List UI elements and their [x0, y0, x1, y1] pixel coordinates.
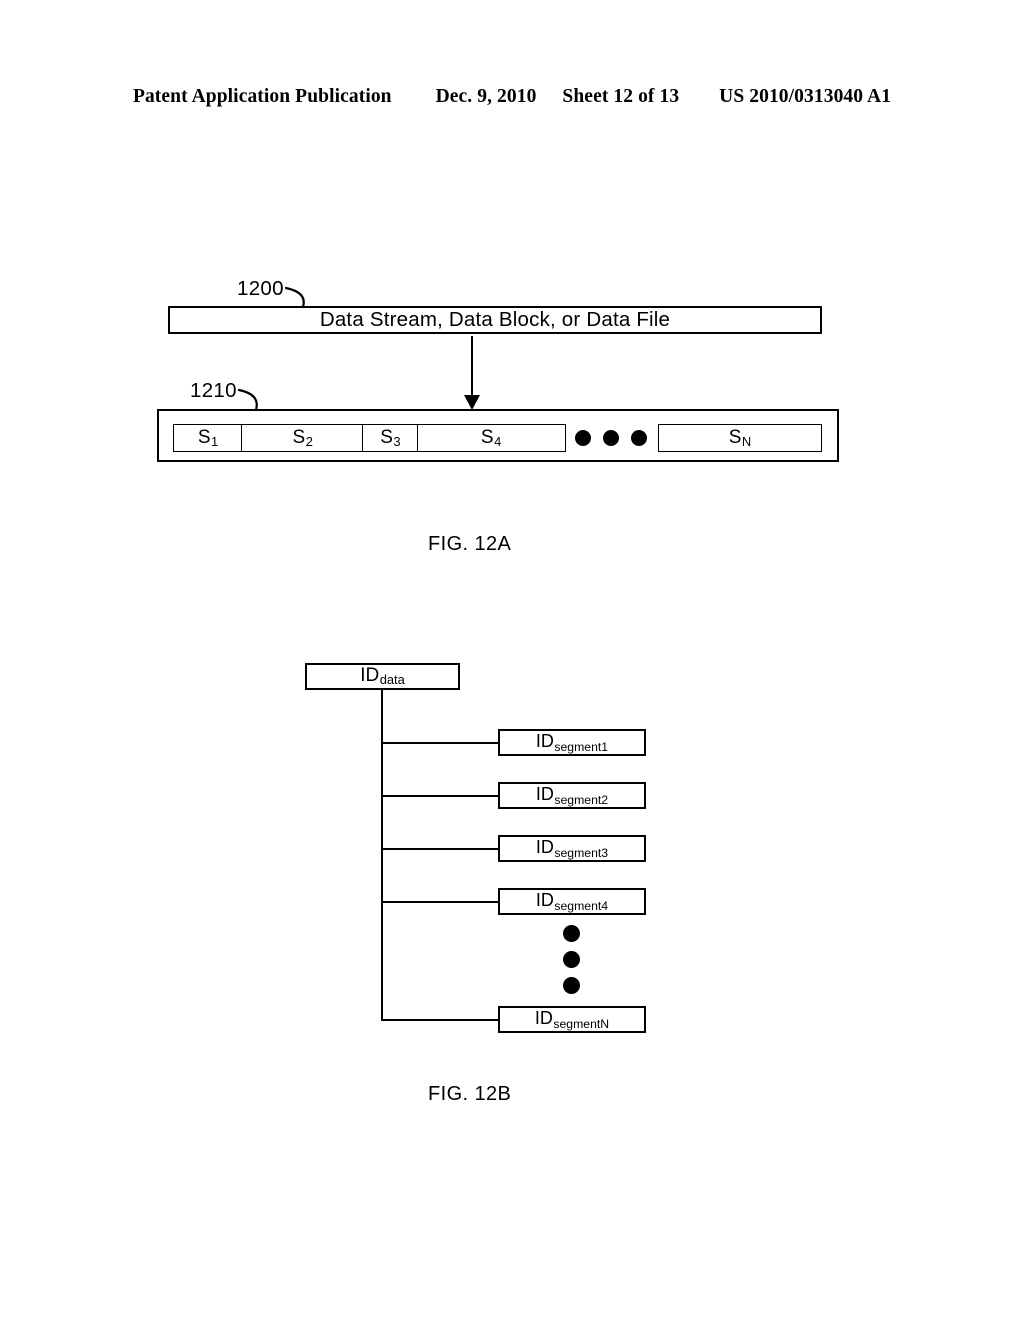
- branch-line-4: [381, 901, 499, 903]
- id-segment2-box: IDsegment2: [498, 782, 646, 809]
- id-segment4-box: IDsegment4: [498, 888, 646, 915]
- id-data-box: IDdata: [305, 663, 460, 690]
- branch-line-1: [381, 742, 499, 744]
- id-segment3-label: IDsegment3: [535, 837, 609, 860]
- branch-line-3: [381, 848, 499, 850]
- id-segment4-label: IDsegment4: [535, 890, 609, 913]
- id-segment1-label: IDsegment1: [535, 731, 609, 754]
- id-segmentn-label: IDsegmentN: [534, 1008, 610, 1031]
- figure-12b: IDdata IDsegment1 IDsegment2 IDsegment3 …: [0, 0, 1024, 1320]
- id-segment3-box: IDsegment3: [498, 835, 646, 862]
- vertical-ellipsis-dot-2-icon: [563, 951, 580, 968]
- vertical-ellipsis-dot-1-icon: [563, 925, 580, 942]
- id-data-box-label: IDdata: [360, 664, 405, 688]
- branch-line-2: [381, 795, 499, 797]
- tree-trunk-line: [381, 690, 383, 1021]
- branch-line-n: [381, 1019, 499, 1021]
- id-segment1-box: IDsegment1: [498, 729, 646, 756]
- id-segment2-label: IDsegment2: [535, 784, 609, 807]
- vertical-ellipsis-dot-3-icon: [563, 977, 580, 994]
- figure-12b-caption: FIG. 12B: [428, 1083, 512, 1105]
- id-segmentn-box: IDsegmentN: [498, 1006, 646, 1033]
